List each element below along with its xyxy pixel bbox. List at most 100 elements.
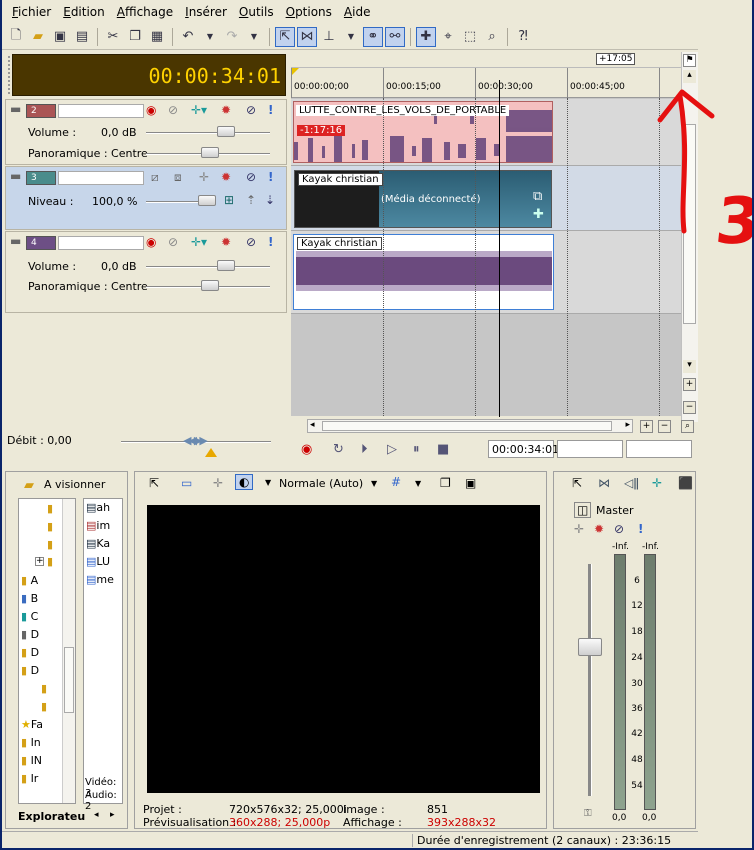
zoom-out-horizontal-icon[interactable]: − [658, 420, 671, 433]
tree-folder-icon[interactable]: ▮ [41, 700, 47, 713]
tree-item-d3[interactable]: ▮ D [21, 664, 39, 677]
cut-icon[interactable]: ✂ [103, 27, 123, 47]
panel-grip[interactable] [8, 56, 11, 94]
track-name-field[interactable] [58, 236, 144, 250]
solo-icon[interactable]: ! [268, 103, 273, 117]
playhead-cursor[interactable] [499, 80, 500, 417]
overlays-icon[interactable]: # [391, 475, 401, 489]
audio-clip-lutte[interactable]: LUTTE_CONTRE_LES_VOLS_DE_PORTABLE -1:17:… [293, 101, 553, 163]
invert-phase-icon[interactable]: ⊘ [168, 103, 178, 117]
horizontal-scrollbar[interactable]: ◂ ▸ [307, 419, 633, 433]
tree-folder-icon[interactable]: ▮ [47, 538, 53, 551]
track-fx-icon[interactable]: ✹ [221, 235, 231, 249]
dropdown-arrow-icon[interactable]: ▼ [244, 27, 264, 47]
selection-length-field[interactable] [626, 440, 692, 458]
menu-inserer[interactable]: Insérer [179, 5, 233, 19]
auto-ripple-icon[interactable]: ⊥ [319, 27, 339, 47]
track-minimize-icon[interactable]: ▬ [10, 234, 21, 248]
track-fx-icon[interactable]: ✹ [221, 103, 231, 117]
move-up-icon[interactable]: ⇡ [246, 193, 256, 207]
fx-icon[interactable]: ✚ [533, 207, 544, 222]
marker-bar[interactable]: +17:05 [291, 52, 681, 68]
zoom-out-vertical-icon[interactable]: − [683, 401, 696, 414]
selection-start-field[interactable] [557, 440, 623, 458]
help-pointer-icon[interactable]: ⁈ [513, 27, 533, 47]
preview-quality-select[interactable]: Normale (Auto) [279, 477, 363, 490]
edit-tool-icon[interactable]: ⇱ [275, 26, 295, 47]
mute-icon[interactable]: ⊘ [246, 235, 256, 249]
tree-item-a[interactable]: ▮ A [21, 574, 38, 587]
track-name-field[interactable] [58, 171, 144, 185]
arm-record-icon[interactable]: ◉ [146, 103, 156, 117]
volume-slider-track[interactable] [146, 266, 270, 268]
master-fader-track[interactable] [588, 564, 592, 796]
invert-phase-icon[interactable]: ⊘ [168, 235, 178, 249]
ignore-grouping-icon[interactable]: ⚯ [385, 26, 405, 47]
master-mute-icon[interactable]: ⊘ [614, 522, 624, 536]
scroll-left-icon[interactable]: ◂ [310, 420, 315, 430]
time-ruler[interactable]: 00:00:00;00 00:00:15;00 00:00:30;00 00:0… [291, 68, 681, 98]
external-monitor-icon[interactable]: ▭ [181, 476, 192, 490]
master-motion-icon[interactable]: ✛ [574, 522, 584, 536]
solo-icon[interactable]: ! [268, 235, 273, 249]
track-minimize-icon[interactable]: ▬ [10, 102, 21, 116]
track-name-field[interactable] [58, 104, 144, 118]
overlays-dropdown-icon[interactable]: ▼ [415, 477, 421, 491]
downmix-icon[interactable]: ⋈ [598, 476, 610, 490]
mute-icon[interactable]: ⊘ [246, 170, 256, 184]
tab-explorer[interactable]: Explorateu [18, 810, 85, 823]
play-from-start-icon[interactable]: ⏵ [361, 442, 368, 457]
preview-properties-icon[interactable]: ⇱ [149, 476, 159, 490]
volume-slider-knob[interactable] [217, 126, 235, 137]
track-fx-icon[interactable]: ✹ [221, 170, 231, 184]
video-clip-kayak[interactable]: Kayak christian (Média déconnecté) ⧉ ✚ [294, 170, 552, 228]
tree-item-in2[interactable]: ▮ IN [21, 754, 42, 767]
folder-tree[interactable]: ▮ ▮ ▮ + ▮ ▮ A ▮ B ▮ C ▮ D ▮ D ▮ D ▮ ▮ ★F… [18, 498, 76, 804]
level-slider-knob[interactable] [198, 195, 216, 206]
scroll-up-icon[interactable]: ▴ [683, 70, 696, 83]
track-motion-icon[interactable]: ✛▾ [191, 235, 207, 249]
horizontal-scroll-thumb[interactable] [322, 421, 612, 431]
loop-start-marker[interactable] [291, 68, 299, 76]
menu-aide[interactable]: Aide [338, 5, 377, 19]
menu-edition[interactable]: Edition [57, 5, 111, 19]
bus-fx-icon[interactable]: ✛ [652, 476, 662, 490]
tree-scrollbar[interactable] [62, 499, 75, 803]
track-fx-chain-icon[interactable]: ⊞ [224, 193, 234, 207]
pan-slider-knob[interactable] [201, 147, 219, 158]
dropdown-arrow-icon[interactable]: ▼ [200, 27, 220, 47]
tree-folder-icon[interactable]: ▮ [41, 682, 47, 695]
copy-snapshot-icon[interactable]: ❐ [440, 476, 451, 490]
tree-item-d1[interactable]: ▮ D [21, 628, 39, 641]
tab-scroll-right-icon[interactable]: ▸ [110, 810, 115, 820]
move-down-icon[interactable]: ⇣ [265, 193, 275, 207]
mixer-properties-icon[interactable]: ⇱ [572, 476, 582, 490]
pan-slider-knob[interactable] [201, 280, 219, 291]
tree-item-d2[interactable]: ▮ D [21, 646, 39, 659]
explorer-path[interactable]: A visionner [44, 478, 105, 491]
cursor-position-field[interactable]: 00:00:34:01 [488, 440, 559, 458]
volume-slider-knob[interactable] [217, 260, 235, 271]
tab-scroll-left-icon[interactable]: ◂ [94, 810, 99, 820]
rate-slider-knob[interactable]: ◀◀▶▶ [183, 434, 208, 447]
file-item[interactable]: ▤Ka [86, 537, 110, 550]
master-fader-knob[interactable] [578, 638, 602, 656]
tree-item-in[interactable]: ▮ In [21, 736, 41, 749]
speaker-icon[interactable]: ◁ǁ [624, 476, 639, 490]
tree-folder-icon[interactable]: ▮ [47, 555, 53, 568]
volume-slider-track[interactable] [146, 132, 270, 134]
snapping-icon[interactable]: ✚ [416, 26, 436, 47]
scroll-right-icon[interactable]: ▸ [625, 420, 630, 430]
tree-item-b[interactable]: ▮ B [21, 592, 38, 605]
stop-icon[interactable]: ■ [437, 442, 449, 457]
render-icon[interactable]: ▤ [72, 27, 92, 47]
tree-folder-icon[interactable]: ▮ [47, 502, 53, 515]
split-dropdown-icon[interactable]: ▼ [265, 476, 271, 490]
tree-item-ir[interactable]: ▮ Ir [21, 772, 38, 785]
track-header-audio-2[interactable]: ▬ 2 ◉ ⊘ ✛▾ ✹ ⊘ ! Volume : 0,0 dB Panoram… [5, 99, 287, 165]
file-item[interactable]: ▤me [86, 573, 114, 586]
marker-flag-icon[interactable]: ⚑ [683, 54, 696, 67]
dropdown-arrow-icon[interactable]: ▼ [341, 27, 361, 47]
compositing-mode-icon[interactable]: ⧄ [151, 170, 159, 184]
save-icon[interactable]: ▣ [50, 27, 70, 47]
